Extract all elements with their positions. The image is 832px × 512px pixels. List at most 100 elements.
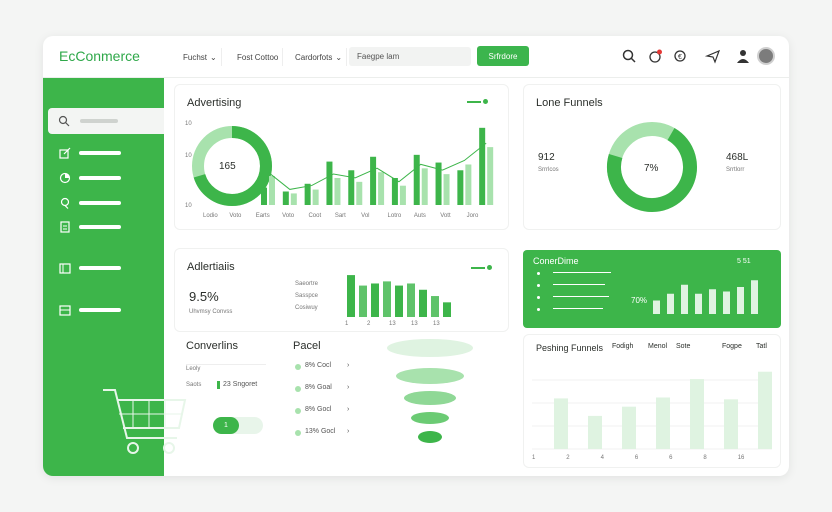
advertising-legend[interactable] xyxy=(467,99,493,105)
x-tick-label: Voto xyxy=(282,213,295,219)
bar-mark xyxy=(723,291,730,314)
inventory-icon xyxy=(59,305,71,316)
sidebar-item-location[interactable] xyxy=(57,196,127,210)
conversions-toggle[interactable]: 1 xyxy=(213,417,263,434)
conversions-divider xyxy=(186,364,266,365)
funnels-card: Lone Funnels 912 Srrrlcos 7% 468L Srrtlo… xyxy=(523,84,781,230)
sidebar-item-inventory[interactable] xyxy=(57,303,127,317)
conversion-card-line xyxy=(553,308,603,309)
advertising-x-axis: Lodio Voto Earts Voto Coot Sart Vol Lotro Auts Vo… xyxy=(203,213,503,223)
pending-col: Sote xyxy=(676,343,691,350)
bar-mark xyxy=(290,193,297,205)
panel-item-label: 13% Gocl xyxy=(305,428,336,435)
adverts-x-axis: 1 2 13 13 13 xyxy=(345,321,465,329)
bar-mark xyxy=(371,283,379,317)
panel-item[interactable]: 13% Gocl › xyxy=(295,428,375,440)
funnels-donut-value: 7% xyxy=(644,163,659,174)
pending-col: Fodigh xyxy=(612,343,634,350)
bar-mark xyxy=(656,397,670,449)
primary-action-button[interactable]: Srfrdore xyxy=(477,46,529,66)
bar-mark xyxy=(312,189,319,205)
bar-mark xyxy=(347,275,355,317)
x-tick-label: 13 xyxy=(433,321,440,327)
adverts-kpi: 9.5% xyxy=(189,289,219,304)
panel-item-label: 8% Gocl xyxy=(305,406,332,413)
chevron-right-icon: › xyxy=(347,406,350,413)
bar-mark xyxy=(622,406,636,449)
x-tick-label: Lotro xyxy=(387,213,402,219)
x-tick-label: 1 xyxy=(345,321,349,327)
x-tick-label: 4 xyxy=(600,455,604,461)
advertising-title: Advertising xyxy=(187,97,242,109)
pending-col: Menol xyxy=(648,343,668,350)
sidebar-item-analytics[interactable] xyxy=(57,171,127,185)
svg-text:€: € xyxy=(678,54,682,61)
conversion-card-line xyxy=(553,272,611,273)
conversion-card-controls[interactable]: 5 51 xyxy=(737,258,751,265)
send-icon[interactable] xyxy=(705,48,721,64)
x-tick-label: 2 xyxy=(367,321,371,327)
funnels-right-value: 468L xyxy=(726,152,749,163)
dropdown-filter-1[interactable]: Fuchst ⌄ xyxy=(179,48,222,66)
conversion-card-line xyxy=(553,296,609,297)
bar-mark xyxy=(334,177,341,205)
x-tick-label: Coot xyxy=(308,213,322,219)
sidebar-item-edit[interactable] xyxy=(57,146,127,160)
sidebar-item-label xyxy=(79,308,121,312)
bar-mark xyxy=(348,170,355,205)
pending-funnels-card: Peshing Funnels Fodigh Menol Sote Fogpe … xyxy=(523,334,781,468)
bar-mark xyxy=(356,181,363,205)
sidebar-item-label xyxy=(79,266,121,270)
brand-logo[interactable]: EcConmerce xyxy=(59,48,140,64)
search-input[interactable]: Faegpe lam xyxy=(349,47,471,66)
sidebar-item-documents[interactable] xyxy=(57,220,127,234)
sidebar-item-label xyxy=(79,176,121,180)
analytics-icon xyxy=(59,172,71,184)
panel-item[interactable]: 8% Gocl › xyxy=(295,406,375,418)
adverts-kpi-sub: Uhvmsy Convss xyxy=(189,309,233,315)
x-tick-label: 13 xyxy=(411,321,418,327)
conversion-card-line xyxy=(553,284,605,285)
x-tick-label: Sart xyxy=(334,213,346,219)
adverts-label: Cosiwuy xyxy=(295,305,318,311)
bar-mark xyxy=(431,296,439,317)
advertising-bar-chart xyxy=(261,127,494,205)
dropdown-filter-3[interactable]: Cardorfots ⌄ xyxy=(291,48,348,66)
conversion-bar-chart xyxy=(653,280,758,314)
panel-item-label: 8% Cocl xyxy=(305,362,332,369)
app-window: EcConmerce Fuchst ⌄ Fost Cottoo Cardorfo… xyxy=(43,36,789,476)
bar-mark xyxy=(407,283,415,317)
funnels-right-sub: Srrtlorr xyxy=(726,167,745,173)
conversions-title: Converlins xyxy=(186,340,238,352)
notification-icon[interactable] xyxy=(647,48,663,64)
panel-item[interactable]: 8% Cocl › xyxy=(295,362,375,374)
bar-mark xyxy=(282,191,289,205)
bar-mark xyxy=(681,284,688,314)
adverts-label: Sasspce xyxy=(295,293,319,299)
panel-item[interactable]: 8% Goal › xyxy=(295,384,375,396)
dropdown-filter-3-label: Cardorfots xyxy=(295,52,333,62)
x-tick-label: Lodio xyxy=(203,213,218,219)
search-icon[interactable] xyxy=(621,48,637,64)
sidebar-item-reports[interactable] xyxy=(57,261,127,275)
avatar[interactable] xyxy=(757,47,775,65)
pending-funnels-title: Peshing Funnels xyxy=(536,343,604,353)
sidebar-search[interactable] xyxy=(48,108,164,134)
x-tick-label: Joro xyxy=(466,213,479,219)
bar-mark xyxy=(758,371,772,449)
currency-icon[interactable]: € xyxy=(673,48,689,64)
sidebar xyxy=(43,78,187,476)
dropdown-filter-2[interactable]: Fost Cottoo xyxy=(233,48,284,66)
bar-mark xyxy=(395,285,403,317)
bar-mark xyxy=(588,415,602,449)
chevron-right-icon: › xyxy=(347,428,350,435)
bar-mark xyxy=(326,161,333,205)
bar-mark xyxy=(737,287,744,314)
funnels-left-sub: Srrrlcos xyxy=(538,167,559,173)
user-icon[interactable] xyxy=(735,48,751,64)
pending-x-axis: 1 2 4 6 6 8 16 xyxy=(532,455,772,465)
x-tick-label: Vott xyxy=(440,213,451,219)
adverts-legend[interactable] xyxy=(471,265,497,271)
bar-mark xyxy=(667,293,674,314)
bar-mark xyxy=(269,176,275,205)
